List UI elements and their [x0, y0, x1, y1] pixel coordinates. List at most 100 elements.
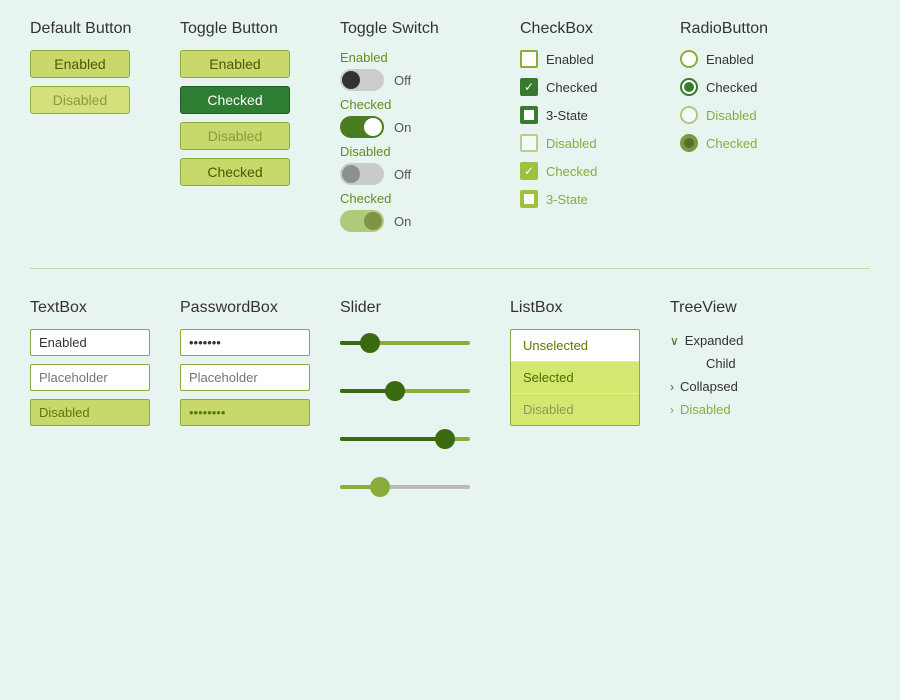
disabled-chevron-icon: ›	[670, 403, 674, 417]
textbox-enabled[interactable]	[30, 329, 150, 356]
rb-checked-disabled	[680, 134, 698, 152]
listbox-title: ListBox	[510, 299, 562, 317]
bottom-row: TextBox PasswordBox Slider	[30, 299, 870, 521]
switch-off[interactable]	[340, 69, 384, 91]
rb-row-disabled: Disabled	[680, 106, 757, 124]
switch-thumb-on	[364, 118, 382, 136]
toggle-button-group: Toggle Button Enabled Checked Disabled C…	[180, 20, 340, 194]
radio-title: RadioButton	[680, 20, 768, 38]
toggle-btn-enabled[interactable]: Enabled	[180, 50, 290, 78]
cb-row-3state-light: 3-State	[520, 190, 588, 208]
switch-thumb-disabled-on	[364, 212, 382, 230]
passwordbox-placeholder[interactable]	[180, 364, 310, 391]
cb-checked-light: ✓	[520, 162, 538, 180]
collapsed-chevron-icon: ›	[670, 380, 674, 394]
cb-enabled[interactable]	[520, 50, 538, 68]
slider-1-thumb[interactable]	[360, 333, 380, 353]
switch-disabled-off-label: Off	[394, 167, 411, 182]
rb-enabled[interactable]	[680, 50, 698, 68]
cb-3state[interactable]	[520, 106, 538, 124]
slider-3-container	[340, 425, 470, 453]
radio-group: RadioButton Enabled Checked Disabled Che…	[680, 20, 840, 162]
switch-on[interactable]	[340, 116, 384, 138]
switch-thumb-disabled	[342, 165, 360, 183]
tree-collapsed-label: Collapsed	[680, 379, 738, 394]
toggle-switch-title: Toggle Switch	[340, 20, 439, 38]
slider-3-fill	[340, 437, 448, 441]
rb-row-enabled: Enabled	[680, 50, 754, 68]
rb-disabled-label: Disabled	[706, 108, 757, 123]
top-row: Default Button Enabled Disabled Toggle B…	[30, 20, 870, 238]
switch-thumb-off	[342, 71, 360, 89]
slider-4-track	[340, 485, 470, 489]
slider-group: Slider	[340, 299, 510, 521]
cb-checked-label: Checked	[546, 80, 597, 95]
checkbox-title: CheckBox	[520, 20, 593, 38]
slider-2-container	[340, 377, 470, 405]
switch-disabled-on	[340, 210, 384, 232]
passwordbox-enabled[interactable]	[180, 329, 310, 356]
passwordbox-disabled	[180, 399, 310, 426]
cb-row-3state: 3-State	[520, 106, 588, 124]
switch-off-label: Off	[394, 73, 411, 88]
cb-row-checked: ✓ Checked	[520, 78, 597, 96]
slider-3-thumb[interactable]	[435, 429, 455, 449]
cb-enabled-label: Enabled	[546, 52, 594, 67]
switch-row-disabled: Off	[340, 163, 411, 185]
switch-disabled-label: Disabled	[340, 144, 391, 159]
expanded-chevron-icon: ∨	[670, 334, 679, 348]
passwordbox-title: PasswordBox	[180, 299, 278, 317]
slider-4-container	[340, 473, 470, 501]
toggle-btn-checked[interactable]: Checked	[180, 86, 290, 114]
slider-3-track	[340, 437, 470, 441]
rb-checked[interactable]	[680, 78, 698, 96]
row-divider	[30, 268, 870, 269]
switch-row-off: Off	[340, 69, 411, 91]
treeview-title: TreeView	[670, 299, 737, 317]
cb-checked-light-label: Checked	[546, 164, 597, 179]
cb-disabled	[520, 134, 538, 152]
slider-1-container	[340, 329, 470, 357]
switch-row-disabled-on: On	[340, 210, 411, 232]
textbox-disabled	[30, 399, 150, 426]
list-item-selected[interactable]: Selected	[511, 362, 639, 394]
toggle-btn-checked2[interactable]: Checked	[180, 158, 290, 186]
tree-item-collapsed[interactable]: › Collapsed	[670, 375, 738, 398]
switch-enabled-label: Enabled	[340, 50, 388, 65]
rb-row-checked-disabled: Checked	[680, 134, 757, 152]
switch-on-label: On	[394, 120, 411, 135]
passwordbox-group: PasswordBox	[180, 299, 340, 434]
tree-expanded-label: Expanded	[685, 333, 744, 348]
tree-item-expanded[interactable]: ∨ Expanded	[670, 329, 743, 352]
cb-row-disabled: Disabled	[520, 134, 597, 152]
tree-disabled-label: Disabled	[680, 402, 731, 417]
switch-disabled-on-label: On	[394, 214, 411, 229]
slider-2-thumb[interactable]	[385, 381, 405, 401]
switch-checked-disabled-label: Checked	[340, 191, 391, 206]
cb-3state-light-label: 3-State	[546, 192, 588, 207]
tree-item-disabled: › Disabled	[670, 398, 731, 421]
slider-2-track	[340, 389, 470, 393]
toggle-switch-group: Toggle Switch Enabled Off Checked On Dis…	[340, 20, 520, 238]
treeview-group: TreeView ∨ Expanded Child › Collapsed › …	[670, 299, 830, 421]
listbox-group: ListBox Unselected Selected Disabled	[510, 299, 670, 426]
slider-1-track	[340, 341, 470, 345]
textbox-title: TextBox	[30, 299, 87, 317]
toggle-btn-disabled: Disabled	[180, 122, 290, 150]
listbox-container: Unselected Selected Disabled	[510, 329, 640, 426]
btn-enabled[interactable]: Enabled	[30, 50, 130, 78]
list-item-unselected[interactable]: Unselected	[511, 330, 639, 362]
list-item-disabled: Disabled	[511, 394, 639, 425]
switch-checked-label: Checked	[340, 97, 391, 112]
checkbox-group: CheckBox Enabled ✓ Checked 3-State Disab…	[520, 20, 680, 218]
cb-checked[interactable]: ✓	[520, 78, 538, 96]
rb-checked-disabled-label: Checked	[706, 136, 757, 151]
textbox-group: TextBox	[30, 299, 180, 434]
switch-row-on: On	[340, 116, 411, 138]
textbox-placeholder[interactable]	[30, 364, 150, 391]
main-container: Default Button Enabled Disabled Toggle B…	[0, 0, 900, 541]
slider-title: Slider	[340, 299, 381, 317]
cb-row-enabled: Enabled	[520, 50, 594, 68]
tree-child-label: Child	[706, 356, 736, 371]
tree-item-child[interactable]: Child	[670, 352, 736, 375]
